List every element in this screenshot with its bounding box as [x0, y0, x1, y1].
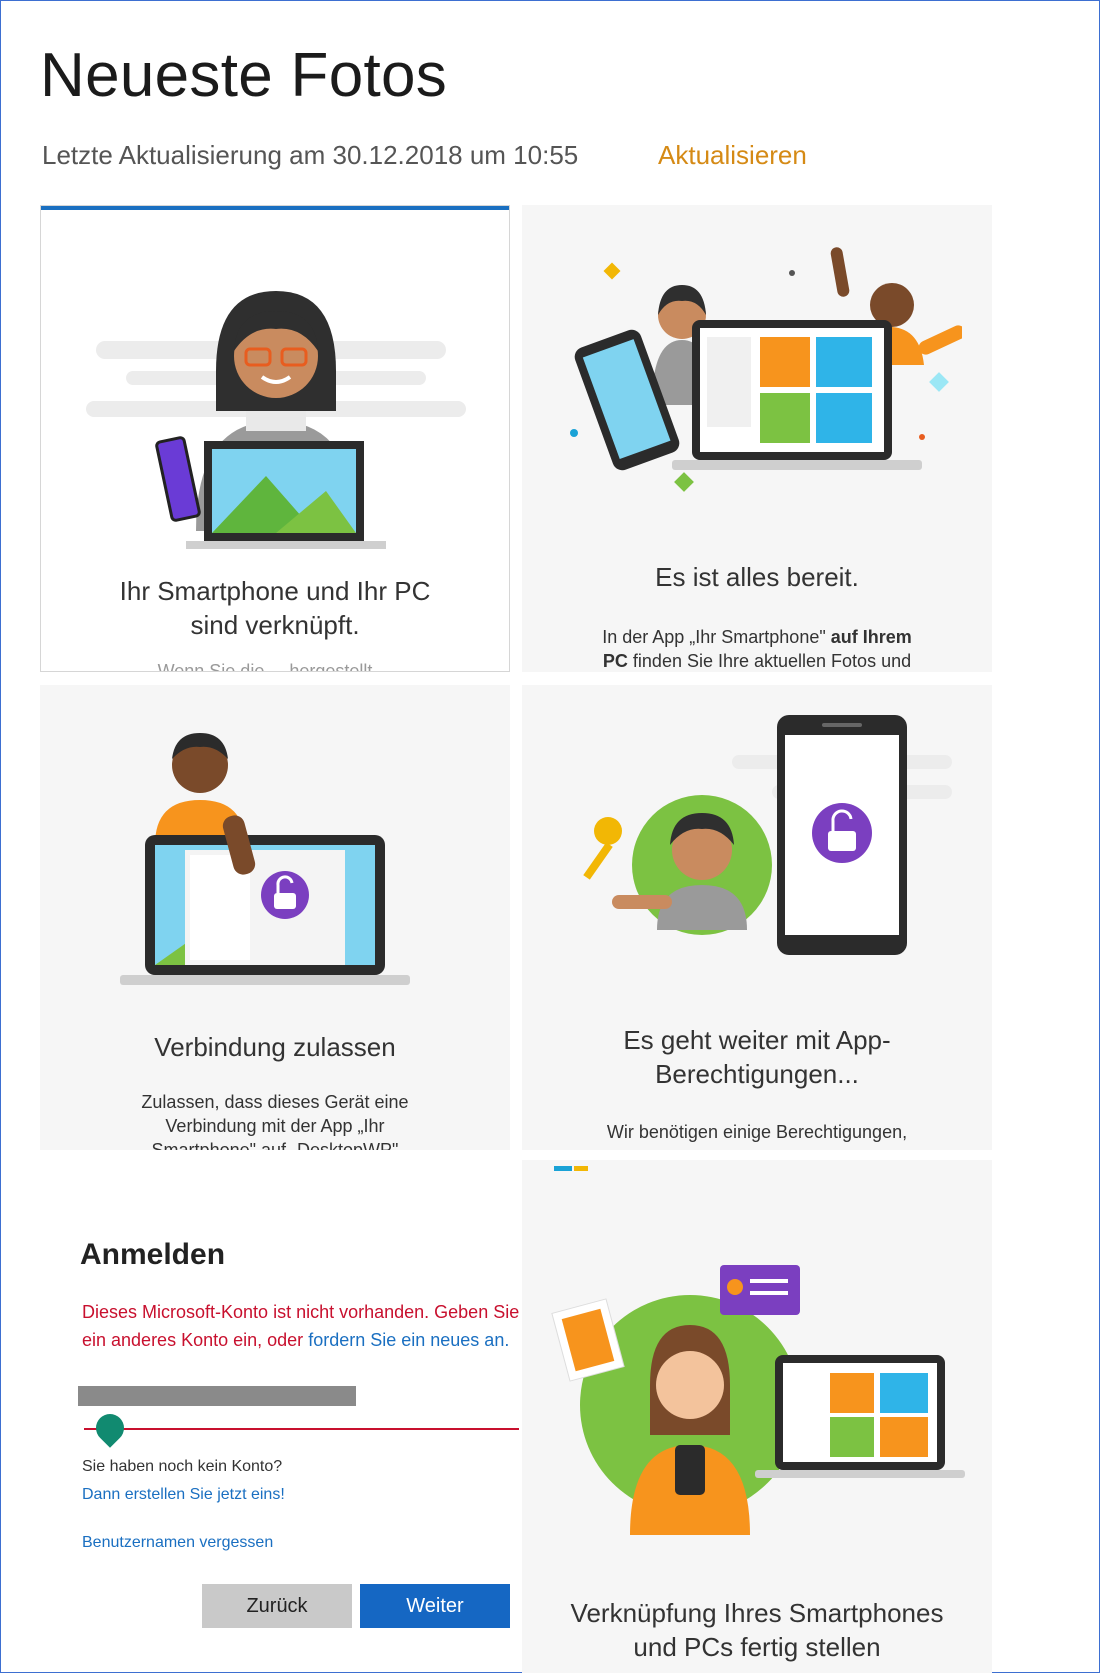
account-input[interactable] [84, 1428, 519, 1430]
person-with-key-and-phone-illustration [583, 715, 952, 955]
card-description: Wir benötigen einige Berechtigungen, [606, 1122, 908, 1142]
forgot-username-link[interactable]: Benutzernamen vergessen [82, 1534, 273, 1552]
signin-error-message: Dieses Microsoft-Konto ist nicht vorhand… [82, 1302, 520, 1350]
card-description: Zulassen, dass dieses Gerät eine Verbind… [141, 1092, 409, 1150]
refresh-link[interactable]: Aktualisieren [658, 140, 807, 171]
card-title: Verknüpfung Ihres Smartphones und PCs fe… [570, 1598, 944, 1662]
create-account-link[interactable]: Dann erstellen Sie jetzt eins! [82, 1486, 285, 1504]
no-account-text: Sie haben noch kein Konto? [82, 1458, 283, 1475]
progress-stripe-yellow [574, 1166, 588, 1171]
card-title: Verbindung zulassen [154, 1032, 396, 1062]
card-app-permissions[interactable]: Es geht weiter mit App-Berechtigungen...… [522, 685, 992, 1150]
card-finish-linking[interactable]: Verknüpfung Ihres Smartphones und PCs fe… [522, 1160, 992, 1673]
card-all-set[interactable]: Es ist alles bereit. In der App „Ihr Sma… [522, 205, 992, 672]
card-title: Es ist alles bereit. [655, 562, 859, 592]
card-phone-pc-linked[interactable]: Ihr Smartphone und Ihr PC sind verknüpft… [40, 205, 510, 672]
card-title: Es geht weiter mit App-Berechtigungen... [623, 1025, 891, 1089]
signin-panel: Anmelden Dieses Microsoft-Konto ist nich… [42, 1228, 542, 1668]
card-allow-connection[interactable]: Verbindung zulassen Zulassen, dass diese… [40, 685, 510, 1150]
person-with-laptop-illustration [86, 291, 466, 549]
selection-bar [41, 206, 509, 210]
last-update-text: Letzte Aktualisierung am 30.12.2018 um 1… [42, 140, 579, 170]
back-button[interactable]: Zurück [202, 1584, 352, 1628]
page-title: Neueste Fotos [40, 41, 448, 110]
progress-stripe-blue [554, 1166, 572, 1171]
friends-with-devices-illustration [570, 247, 962, 492]
person-with-laptop-lock-illustration [120, 733, 410, 985]
redacted-account-field [78, 1386, 356, 1406]
card-title: Ihr Smartphone und Ihr PC sind verknüpft… [119, 576, 431, 640]
request-new-account-link[interactable]: fordern Sie ein neues an. [308, 1330, 509, 1350]
text-cursor-handle[interactable] [90, 1408, 130, 1448]
signin-title: Anmelden [80, 1238, 226, 1271]
person-with-phone-and-laptop-illustration [551, 1265, 965, 1535]
card-cut-text: Wenn Sie die ... hergestellt ... [157, 661, 393, 672]
card-description: In der App „Ihr Smartphone" auf Ihrem PC… [602, 627, 912, 671]
next-button[interactable]: Weiter [360, 1584, 510, 1628]
